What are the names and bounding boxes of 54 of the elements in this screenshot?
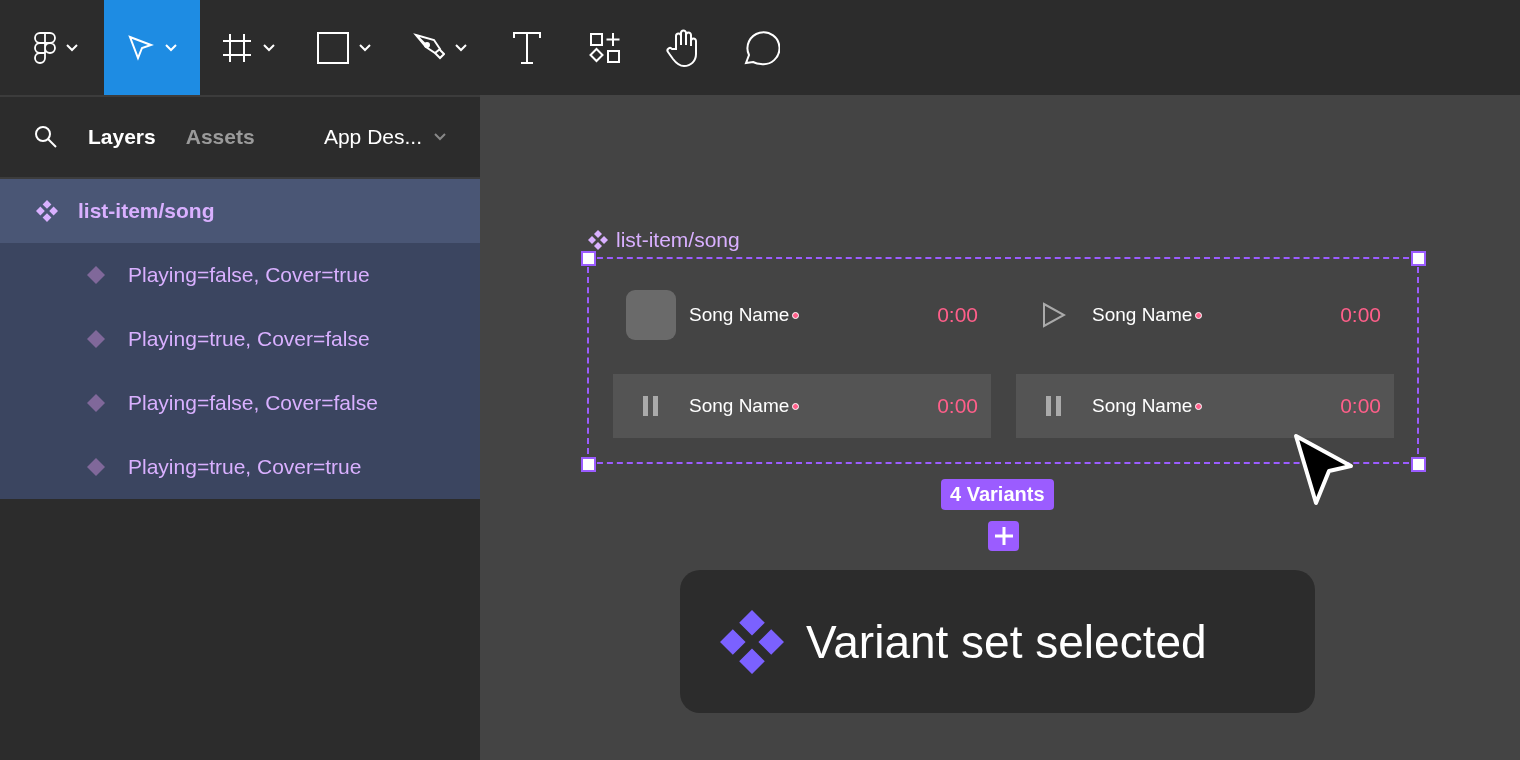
song-title: Song Name	[1092, 395, 1193, 417]
search-icon	[34, 125, 58, 149]
resize-handle[interactable]	[1411, 251, 1426, 266]
cover-placeholder	[626, 290, 676, 340]
caret-icon	[434, 133, 446, 141]
variant-icon	[86, 265, 106, 285]
component-set-icon	[588, 230, 608, 250]
layer-item[interactable]: list-item/song	[0, 179, 480, 243]
frame-label: list-item/song	[616, 228, 740, 252]
comment-icon	[742, 28, 780, 67]
dot-icon	[1195, 402, 1203, 410]
layer-item[interactable]: Playing=false, Cover=false	[0, 371, 480, 435]
song-time: 0:00	[937, 394, 978, 418]
song-title: Song Name	[689, 395, 790, 417]
component-set-icon	[720, 609, 784, 674]
component-set-icon	[36, 200, 58, 222]
caret-icon[interactable]	[455, 43, 467, 52]
text-icon	[512, 30, 542, 65]
play-icon	[1042, 302, 1066, 328]
variant-icon	[86, 393, 106, 413]
toast-message: Variant set selected	[806, 614, 1207, 669]
variants-badge: 4 Variants	[941, 479, 1054, 510]
components-icon	[589, 31, 621, 64]
resize-handle[interactable]	[581, 457, 596, 472]
dot-icon	[792, 311, 800, 319]
song-time: 0:00	[1340, 303, 1381, 327]
add-variant-button[interactable]	[988, 521, 1019, 551]
pointer-icon	[127, 33, 155, 62]
layer-item[interactable]: Playing=false, Cover=true	[0, 243, 480, 307]
rectangle-icon	[317, 31, 349, 64]
variant-icon	[86, 329, 106, 349]
song-time: 0:00	[937, 303, 978, 327]
frame-icon	[221, 31, 253, 64]
caret-icon[interactable]	[263, 43, 275, 52]
plus-icon	[993, 526, 1014, 546]
song-title: Song Name	[689, 304, 790, 326]
layer-item[interactable]: Playing=true, Cover=false	[0, 307, 480, 371]
song-title: Song Name	[1092, 304, 1193, 326]
pause-icon	[642, 396, 660, 416]
panel-tab[interactable]: Assets	[185, 125, 255, 149]
dot-icon	[1195, 311, 1203, 319]
variant-icon	[86, 457, 106, 477]
dot-icon	[792, 402, 800, 410]
layer-item[interactable]: Playing=true, Cover=true	[0, 435, 480, 499]
pause-icon	[1045, 396, 1063, 416]
logo-icon	[34, 31, 56, 64]
resize-handle[interactable]	[1411, 457, 1426, 472]
selection-frame[interactable]: Song Name 0:00 Song Name 0:00 Song Name 0:00 Song Name 0:00	[587, 257, 1419, 464]
song-time: 0:00	[1340, 394, 1381, 418]
resize-handle[interactable]	[581, 251, 596, 266]
caret-icon[interactable]	[66, 43, 78, 52]
caret-icon[interactable]	[359, 43, 371, 52]
panel-tab[interactable]: Layers	[88, 125, 156, 149]
page-dropdown[interactable]: App Des...	[323, 125, 446, 149]
